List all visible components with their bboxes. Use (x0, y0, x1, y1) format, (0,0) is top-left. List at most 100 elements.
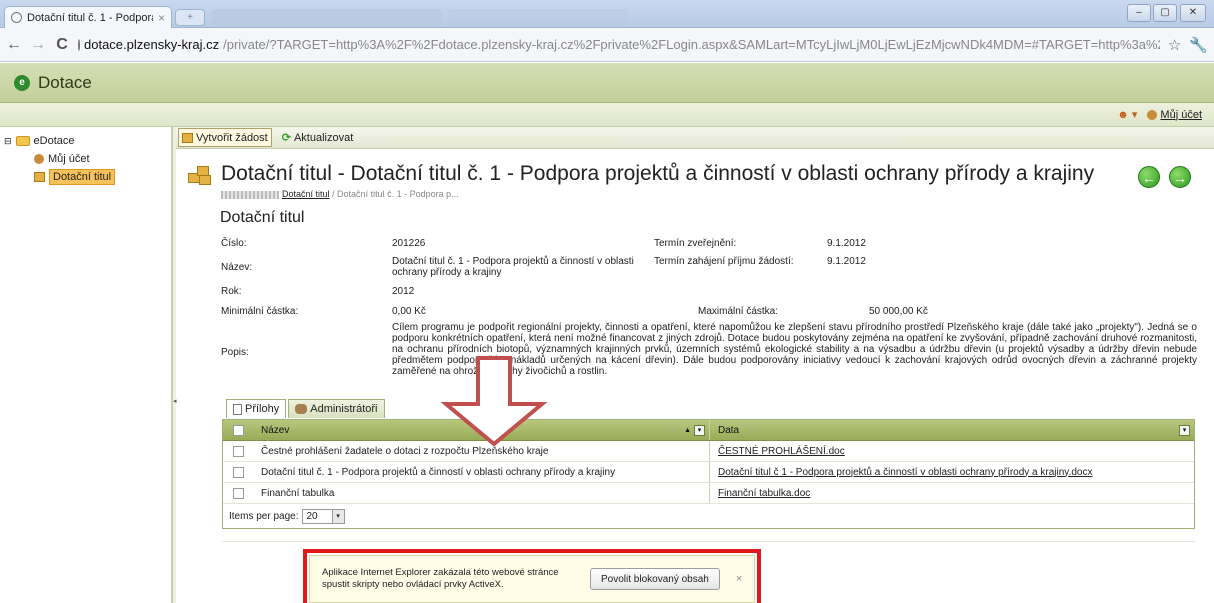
refresh-label: Aktualizovat (293, 131, 354, 144)
page-info-icon[interactable] (78, 38, 80, 51)
max-amount-label: Maximální částka: (698, 306, 779, 317)
browser-tab[interactable]: Dotační titul č. 1 - Podpora × (4, 6, 172, 28)
table-row[interactable]: Dotační titul č. 1 - Podpora projektů a … (223, 462, 1194, 483)
zahajeni-label: Termín zahájení příjmu žádostí: (654, 256, 794, 267)
row-name: Dotační titul č. 1 - Podpora projektů a … (253, 462, 710, 482)
down-arrow-icon (440, 356, 548, 446)
breadcrumb: Dotační titul / Dotační titul č. 1 - Pod… (221, 189, 459, 199)
tab-prilohy[interactable]: Přílohy (226, 399, 287, 418)
tab-administratori-label: Administrátoři (310, 403, 378, 415)
breadcrumb-current: Dotační titul č. 1 - Podpora p... (337, 189, 459, 199)
select-all-checkbox[interactable] (232, 424, 244, 436)
zverejneni-value: 9.1.2012 (827, 238, 866, 249)
users-icon (295, 404, 308, 414)
new-tab-button[interactable]: + (175, 9, 205, 26)
row-checkbox[interactable] (232, 445, 244, 457)
boxes-icon (182, 132, 193, 143)
blurred-tab[interactable] (212, 9, 442, 26)
wrench-menu-icon[interactable]: 🔧 (1189, 36, 1208, 54)
sort-asc-icon[interactable]: ▲ (684, 427, 691, 434)
tree-item-label: Můj účet (48, 153, 90, 165)
file-link[interactable]: Dotační titul č 1 - Podpora projektů a č… (718, 467, 1092, 478)
items-per-page-select[interactable]: 20 ▾ (302, 508, 345, 524)
allow-blocked-content-button[interactable]: Povolit blokovaný obsah (590, 568, 720, 590)
dotace-logo-icon: e (14, 74, 30, 91)
blurred-breadcrumb (221, 190, 279, 199)
activex-infobar: Aplikace Internet Explorer zakázala této… (309, 555, 755, 603)
close-window-button[interactable]: ✕ (1180, 4, 1206, 22)
user-bar: ☻ ▾ Můj účet (0, 103, 1214, 127)
user-icon (1147, 109, 1158, 120)
next-arrow-icon[interactable]: → (1169, 166, 1191, 188)
previous-arrow-icon[interactable]: ← (1138, 166, 1160, 188)
zverejneni-label: Termín zveřejnění: (654, 238, 737, 249)
grid-footer: Items per page: 20 ▾ (223, 504, 1194, 528)
divider (222, 541, 1195, 542)
breadcrumb-separator: / (329, 189, 338, 199)
page-favicon-icon (11, 12, 22, 23)
tree-item-label: Dotační titul (49, 169, 116, 185)
zahajeni-value: 9.1.2012 (827, 256, 866, 267)
help-menu-icon[interactable]: ☻ ▾ (1117, 108, 1137, 121)
app-title: Dotace (38, 72, 92, 92)
min-amount-value: 0,00 Kč (392, 306, 426, 317)
tree-item-my-account[interactable]: Můj účet (4, 150, 167, 168)
main-content: Dotační titul - Dotační titul č. 1 - Pod… (176, 149, 1214, 603)
url-host: dotace.plzensky-kraj.cz (84, 37, 220, 52)
infobar-message: Aplikace Internet Explorer zakázala této… (322, 567, 559, 590)
blurred-tab[interactable] (448, 9, 628, 26)
dropdown-arrow-icon[interactable]: ▾ (331, 509, 344, 523)
file-link[interactable]: Finanční tabulka.doc (718, 488, 810, 499)
min-amount-label: Minimální částka: (221, 306, 299, 317)
minimize-button[interactable]: – (1127, 4, 1151, 22)
activex-warning-highlight: Aplikace Internet Explorer zakázala této… (303, 549, 761, 603)
rok-value: 2012 (392, 286, 415, 297)
max-amount-value: 50 000,00 Kč (869, 306, 928, 317)
table-row[interactable]: Čestné prohlášení žadatele o dotaci z ro… (223, 441, 1194, 462)
bookmark-star-icon[interactable]: ☆ (1168, 36, 1181, 54)
row-checkbox[interactable] (232, 487, 244, 499)
folder-icon (15, 136, 30, 146)
my-account-link[interactable]: Můj účet (1160, 109, 1202, 121)
create-request-label: Vytvořit žádost (196, 131, 268, 144)
table-row[interactable]: Finanční tabulka Finanční tabulka.doc (223, 483, 1194, 504)
cislo-value: 201226 (392, 238, 426, 249)
reload-icon[interactable]: C (54, 36, 70, 54)
file-link[interactable]: ČESTNÉ PROHLÁŠENÍ.doc (718, 446, 845, 457)
create-request-button[interactable]: Vytvořit žádost (178, 128, 272, 147)
tree-root[interactable]: ⊟ eDotace (4, 132, 167, 150)
row-checkbox[interactable] (232, 466, 244, 478)
page-title: Dotační titul - Dotační titul č. 1 - Pod… (221, 162, 1095, 185)
items-per-page-label: Items per page: (229, 510, 299, 522)
attachments-grid: Název ▲ ▾ Data ▾ Čestné prohlášení žadat… (222, 419, 1195, 529)
refresh-button[interactable]: ⟳ Aktualizovat (278, 128, 358, 147)
app-header: e Dotace (0, 63, 1214, 103)
column-header-nazev[interactable]: Název (261, 425, 289, 436)
maximize-button[interactable]: ▢ (1153, 4, 1177, 22)
attachment-tabs: Přílohy Administrátoři (226, 399, 385, 418)
tab-administratori[interactable]: Administrátoři (288, 399, 385, 418)
column-menu-icon[interactable]: ▾ (1179, 424, 1190, 436)
tab-close-icon[interactable]: × (158, 11, 165, 25)
breadcrumb-link[interactable]: Dotační titul (282, 189, 330, 199)
tree-item-dotacni-titul[interactable]: Dotační titul (4, 168, 167, 186)
infobar-close-icon[interactable]: × (736, 573, 742, 585)
row-name: Finanční tabulka (253, 483, 710, 503)
tree-root-label: eDotace (33, 135, 75, 147)
user-account[interactable]: Můj účet (1147, 109, 1202, 121)
column-header-data[interactable]: Data (718, 425, 739, 436)
collapse-icon[interactable]: ⊟ (4, 136, 12, 147)
section-title: Dotační titul (220, 209, 305, 226)
url-input[interactable]: dotace.plzensky-kraj.cz/private/?TARGET=… (78, 33, 1160, 57)
boxes-icon (188, 164, 212, 186)
forward-icon[interactable]: → (30, 36, 46, 54)
nazev-value: Dotační titul č. 1 - Podpora projektů a … (392, 256, 634, 278)
address-bar: ← → C dotace.plzensky-kraj.cz/private/?T… (0, 28, 1214, 62)
browser-tab-strip: Dotační titul č. 1 - Podpora × + – ▢ ✕ (0, 0, 1214, 28)
document-icon (233, 403, 242, 415)
toolbar: Vytvořit žádost ⟳ Aktualizovat (176, 127, 1214, 149)
back-icon[interactable]: ← (6, 36, 22, 54)
url-path: /private/?TARGET=http%3A%2F%2Fdotace.plz… (223, 37, 1160, 52)
column-menu-icon[interactable]: ▾ (694, 424, 705, 436)
boxes-icon (34, 172, 45, 182)
